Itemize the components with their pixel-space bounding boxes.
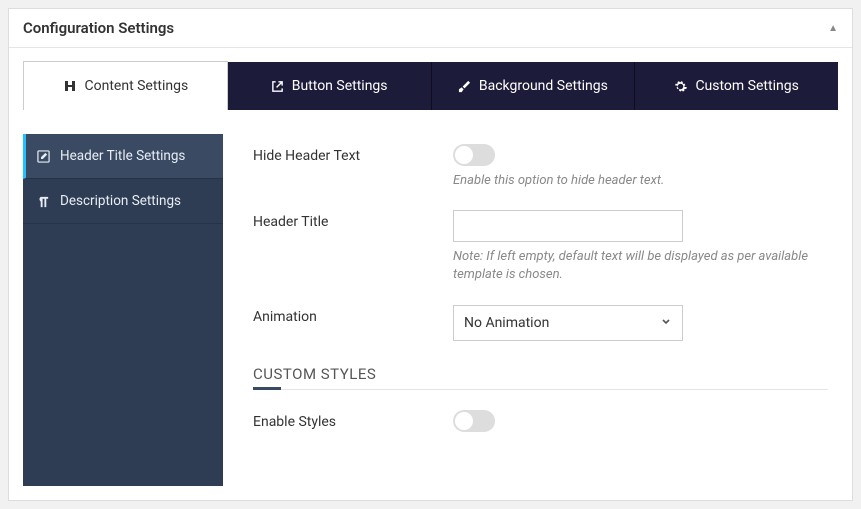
form-content: Hide Header Text Enable this option to h… (223, 134, 838, 486)
configuration-panel: Configuration Settings ▲ Content Setting… (8, 8, 853, 501)
tab-custom-settings[interactable]: Custom Settings (635, 62, 838, 110)
sidebar-item-label: Header Title Settings (60, 148, 185, 164)
tabs-row: Content Settings Button Settings Backgro… (23, 62, 838, 110)
panel-title: Configuration Settings (23, 19, 174, 37)
sidebar-item-label: Description Settings (60, 193, 181, 209)
animation-selected-value: No Animation (464, 315, 549, 331)
external-link-icon (271, 80, 284, 93)
tab-content-settings[interactable]: Content Settings (23, 61, 228, 110)
animation-label: Animation (253, 305, 453, 325)
chevron-down-icon (660, 315, 672, 330)
hide-header-text-label: Hide Header Text (253, 144, 453, 164)
sidebar: Header Title Settings Description Settin… (23, 134, 223, 486)
tab-label: Custom Settings (695, 78, 798, 94)
panel-header: Configuration Settings ▲ (9, 9, 852, 48)
sidebar-item-header-title[interactable]: Header Title Settings (23, 134, 223, 179)
edit-icon (37, 150, 50, 163)
custom-styles-heading: CUSTOM STYLES (253, 365, 828, 390)
heading-icon (63, 79, 77, 93)
sidebar-item-description[interactable]: Description Settings (23, 179, 223, 224)
gear-icon (674, 80, 687, 93)
header-title-input[interactable] (453, 210, 683, 242)
tab-button-settings[interactable]: Button Settings (228, 62, 432, 110)
enable-styles-toggle[interactable] (453, 410, 495, 432)
enable-styles-label: Enable Styles (253, 410, 453, 430)
collapse-icon[interactable]: ▲ (828, 23, 838, 34)
header-title-note: Note: If left empty, default text will b… (453, 248, 828, 284)
animation-select[interactable]: No Animation (453, 305, 683, 341)
header-title-label: Header Title (253, 210, 453, 230)
paragraph-icon (37, 195, 50, 208)
tab-label: Button Settings (292, 78, 388, 94)
hide-header-text-help: Enable this option to hide header text. (453, 172, 828, 190)
hide-header-text-toggle[interactable] (453, 144, 495, 166)
tab-label: Content Settings (85, 78, 189, 94)
brush-icon (458, 80, 471, 93)
tab-background-settings[interactable]: Background Settings (432, 62, 636, 110)
tab-label: Background Settings (479, 78, 608, 94)
